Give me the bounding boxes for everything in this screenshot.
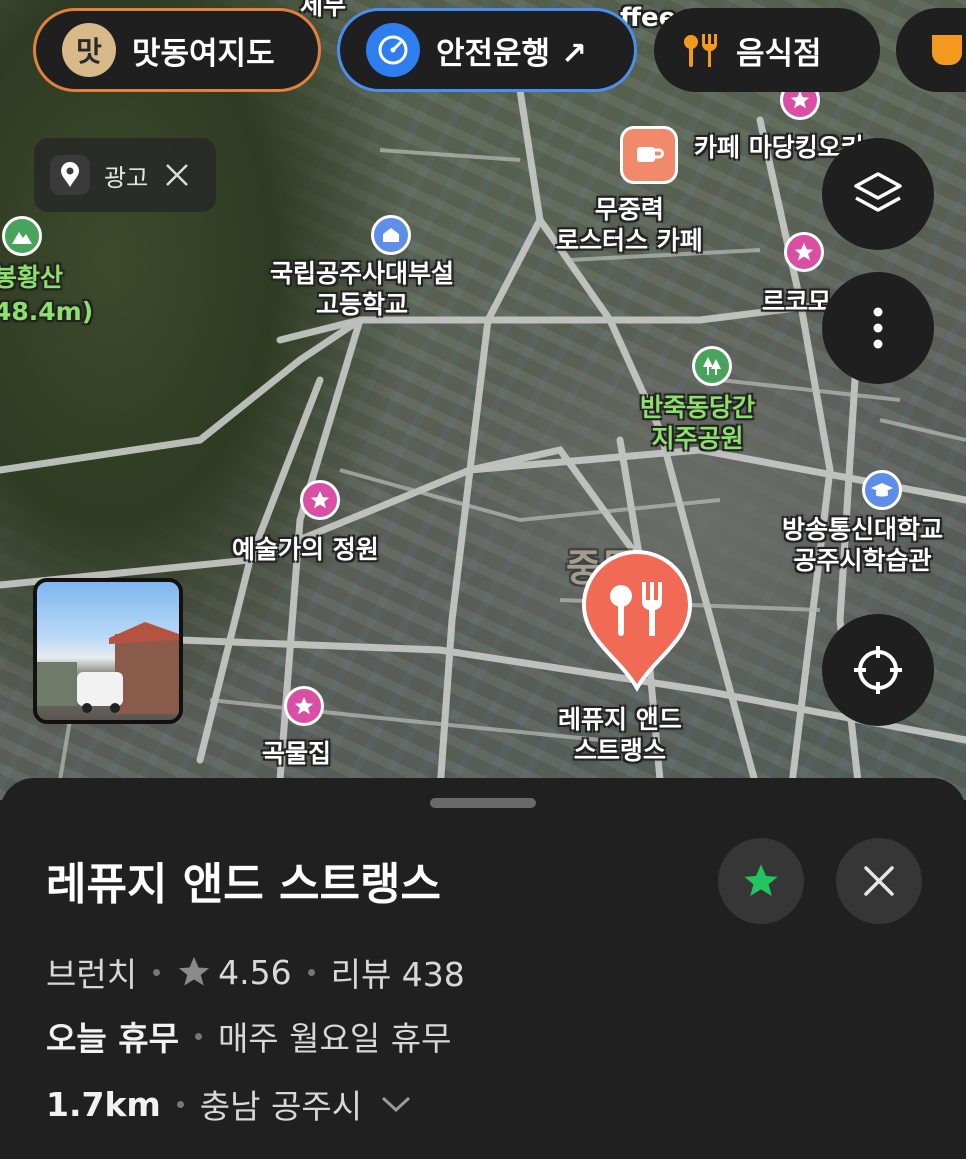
more-vertical-icon — [873, 307, 883, 349]
ad-badge[interactable]: 광고 — [34, 138, 216, 212]
place-hours-row: 오늘 휴무 매주 월요일 휴무 — [46, 1012, 451, 1060]
place-location-row[interactable]: 1.7km 충남 공주시 — [46, 1080, 412, 1128]
favorite-place-icon[interactable] — [300, 480, 340, 520]
chevron-down-icon[interactable] — [380, 1094, 412, 1114]
map-view[interactable]: 세무 ffee 봉황산 48.4m) 국립공주사대부설 고등학교 카페 마당킹오… — [0, 0, 966, 800]
locate-icon — [854, 646, 902, 694]
cafe-icon[interactable] — [620, 126, 678, 184]
map-marker-icon — [581, 550, 693, 693]
university-icon[interactable] — [862, 470, 902, 510]
map-label-mountain-height: 48.4m) — [0, 297, 94, 326]
favorite-button[interactable] — [718, 838, 804, 924]
open-status: 오늘 휴무 — [46, 1019, 179, 1058]
map-label-park: 반죽동당간 지주공원 — [640, 393, 756, 454]
street-photo-icon — [37, 622, 179, 714]
mountain-icon[interactable] — [2, 216, 42, 256]
restaurant-chip-label: 음식점 — [736, 35, 822, 72]
place-title: 레퓨지 앤드 스트랭스 — [46, 859, 441, 910]
fork-knife-icon — [680, 23, 720, 77]
map-label-mountain: 봉황산 — [0, 263, 64, 292]
close-icon — [864, 866, 894, 896]
safe-driving-chip[interactable]: 안전운행 ↗ — [337, 8, 637, 92]
favorite-place-icon[interactable] — [284, 686, 324, 726]
layers-button[interactable] — [822, 138, 934, 250]
school-icon[interactable] — [371, 215, 411, 255]
map-label-lekomo: 르코모 — [762, 287, 832, 316]
star-icon — [744, 864, 778, 896]
rating-star-icon — [179, 957, 210, 986]
selected-place-marker[interactable] — [580, 548, 694, 693]
favorite-place-icon[interactable] — [784, 232, 824, 272]
map-label-art-garden: 예술가의 정원 — [232, 535, 379, 564]
close-icon[interactable] — [162, 160, 192, 190]
cafe-cup-icon — [932, 35, 962, 65]
place-distance: 1.7km — [46, 1084, 161, 1124]
matdong-map-chip[interactable]: 맛 맛동여지도 — [33, 8, 321, 92]
separator-dot — [153, 968, 161, 976]
close-sheet-button[interactable] — [836, 838, 922, 924]
map-label-selected-place: 레퓨지 앤드 스트랭스 — [558, 705, 682, 766]
separator-dot — [176, 1100, 184, 1108]
map-label-grain: 곡물집 — [262, 739, 332, 768]
more-options-button[interactable] — [822, 272, 934, 384]
map-label-university: 방송통신대학교 공주시학습관 — [782, 515, 944, 576]
hours-note: 매주 월요일 휴무 — [217, 1019, 452, 1058]
matdong-icon: 맛 — [62, 23, 116, 77]
place-meta-row: 브런치 4.56 리뷰 438 — [46, 948, 465, 996]
place-rating: 4.56 — [218, 952, 292, 992]
place-category: 브런치 — [46, 955, 138, 994]
restaurant-chip[interactable]: 음식점 — [654, 8, 880, 92]
matdong-chip-label: 맛동여지도 — [132, 35, 275, 72]
place-region: 충남 공주시 — [199, 1087, 363, 1126]
park-icon[interactable] — [692, 346, 732, 386]
map-label-school: 국립공주사대부설 고등학교 — [270, 259, 455, 320]
place-info-sheet[interactable]: 레퓨지 앤드 스트랭스 브런치 4.56 리뷰 438 오늘 휴무 매주 월요일… — [0, 778, 966, 1159]
separator-dot — [307, 968, 315, 976]
map-label-roasters: 무중력 로스터스 카페 — [556, 195, 703, 256]
speedometer-icon — [366, 23, 420, 77]
map-pin-icon — [50, 155, 90, 195]
sheet-drag-handle[interactable] — [430, 798, 536, 808]
my-location-button[interactable] — [822, 614, 934, 726]
place-reviews[interactable]: 리뷰 438 — [331, 948, 465, 996]
layers-icon — [854, 172, 902, 212]
safe-driving-chip-label: 안전운행 ↗ — [436, 35, 587, 72]
street-view-thumbnail[interactable] — [33, 578, 183, 724]
separator-dot — [194, 1032, 202, 1040]
ad-label: 광고 — [104, 163, 149, 192]
